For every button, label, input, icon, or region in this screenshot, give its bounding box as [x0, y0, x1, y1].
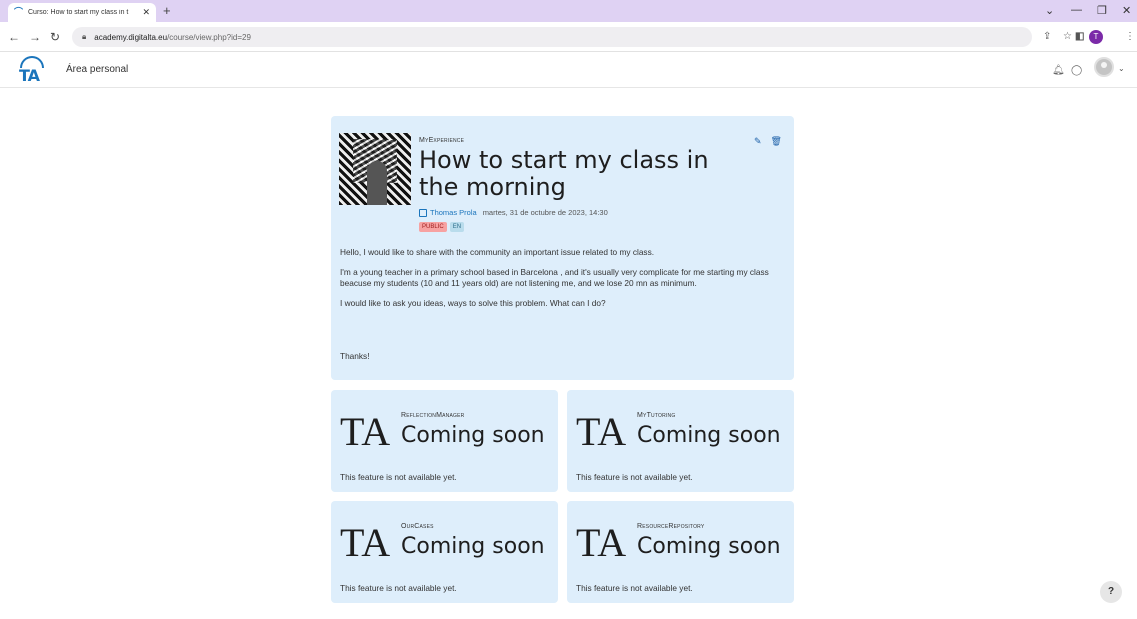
tab-title: Curso: How to start my class in t	[28, 9, 129, 16]
url-host: academy.digitalta.eu	[94, 32, 168, 42]
bookmark-star-icon[interactable]: ☆	[1063, 31, 1072, 43]
feature-description: This feature is not available yet.	[340, 583, 457, 593]
browser-menu-icon[interactable]: ⋮	[1125, 31, 1135, 43]
reload-icon[interactable]: ↻	[50, 30, 60, 44]
post-paragraph: I would like to ask you ideas, ways to s…	[340, 297, 606, 308]
feature-title: Coming soon	[401, 534, 545, 559]
feature-label: MyTutoring	[637, 412, 676, 419]
site-logo[interactable]: TA	[18, 56, 46, 85]
feature-card-my-tutoring[interactable]: TA MyTutoring Coming soon This feature i…	[567, 390, 794, 492]
window-close-icon[interactable]: ✕	[1122, 4, 1131, 17]
help-button[interactable]: ?	[1100, 581, 1122, 603]
post-date: martes, 31 de octubre de 2023, 14:30	[482, 208, 608, 217]
notifications-bell-icon[interactable]: 🔔︎	[1052, 65, 1065, 76]
feature-logo: TA	[576, 409, 627, 454]
experience-post-card: MyExperience ✎ 🗑︎ How to start my class …	[331, 116, 794, 380]
post-body: Hello, I would like to share with the co…	[340, 247, 788, 317]
browser-toolbar: ← → ↻ 🔒︎ academy.digitalta.eu/course/vie…	[0, 22, 1137, 52]
restore-icon[interactable]: ❐	[1097, 4, 1107, 17]
user-menu-chevron-down-icon[interactable]: ⌄	[1118, 64, 1125, 73]
feature-card-resource-repository[interactable]: TA ResourceRepository Coming soon This f…	[567, 501, 794, 603]
post-section-label: MyExperience	[419, 137, 465, 144]
lock-icon: 🔒︎	[82, 32, 87, 41]
feature-label: OurCases	[401, 523, 434, 530]
post-actions: ✎ 🗑︎	[754, 136, 782, 147]
visibility-badge: PUBLIC	[419, 222, 447, 232]
tab-close-icon[interactable]: ✕	[142, 7, 150, 18]
post-paragraph: Hello, I would like to share with the co…	[340, 247, 655, 257]
feature-description: This feature is not available yet.	[576, 472, 693, 482]
post-title: How to start my class in the morning	[419, 146, 709, 201]
logo-text: TA	[19, 66, 40, 85]
post-thumbnail-image	[339, 133, 411, 205]
browser-profile-avatar[interactable]: T	[1089, 30, 1103, 44]
post-author-link[interactable]: Thomas Prola	[430, 208, 477, 217]
feature-card-reflection-manager[interactable]: TA ReflectionManager Coming soon This fe…	[331, 390, 558, 492]
edit-pencil-icon[interactable]: ✎	[754, 136, 762, 147]
feature-card-our-cases[interactable]: TA OurCases Coming soon This feature is …	[331, 501, 558, 603]
back-arrow-icon[interactable]: ←	[8, 30, 20, 44]
site-header: TA Área personal 🔔︎ ◯ ⌄	[0, 52, 1137, 88]
address-bar[interactable]: 🔒︎ academy.digitalta.eu/course/view.php?…	[72, 27, 1032, 47]
feature-title: Coming soon	[401, 423, 545, 448]
new-tab-button[interactable]: +	[163, 3, 171, 19]
area-personal-link[interactable]: Área personal	[66, 64, 128, 75]
feature-label: ReflectionManager	[401, 412, 465, 419]
post-paragraph: I'm a young teacher in a primary school …	[340, 266, 769, 289]
side-panel-icon[interactable]: ◧	[1075, 31, 1084, 43]
delete-trash-icon[interactable]: 🗑︎	[771, 136, 782, 147]
feature-title: Coming soon	[637, 423, 781, 448]
browser-tab-bar: ⌒ Curso: How to start my class in t ✕ + …	[0, 0, 1137, 22]
user-icon	[419, 208, 427, 217]
messages-icon[interactable]: ◯	[1071, 65, 1082, 76]
minimize-icon[interactable]: —	[1071, 4, 1082, 16]
browser-tab[interactable]: ⌒ Curso: How to start my class in t ✕	[8, 3, 156, 22]
feature-title: Coming soon	[637, 534, 781, 559]
tab-search-chevron-icon[interactable]: ⌄	[1045, 4, 1054, 17]
feature-logo: TA	[576, 520, 627, 565]
user-avatar[interactable]	[1094, 57, 1114, 77]
share-icon[interactable]: ⇪	[1043, 31, 1051, 43]
post-closing: Thanks!	[340, 351, 370, 361]
language-badge: EN	[449, 222, 465, 232]
feature-description: This feature is not available yet.	[576, 583, 693, 593]
post-badges: PUBLIC EN	[419, 222, 465, 232]
forward-arrow-icon[interactable]: →	[29, 30, 41, 44]
feature-description: This feature is not available yet.	[340, 472, 457, 482]
url-path: /course/view.php?id=29	[167, 32, 251, 42]
post-meta: Thomas Prola martes, 31 de octubre de 20…	[419, 208, 608, 217]
feature-label: ResourceRepository	[637, 523, 705, 530]
site-favicon-icon: ⌒	[14, 7, 24, 17]
feature-logo: TA	[340, 409, 391, 454]
feature-logo: TA	[340, 520, 391, 565]
